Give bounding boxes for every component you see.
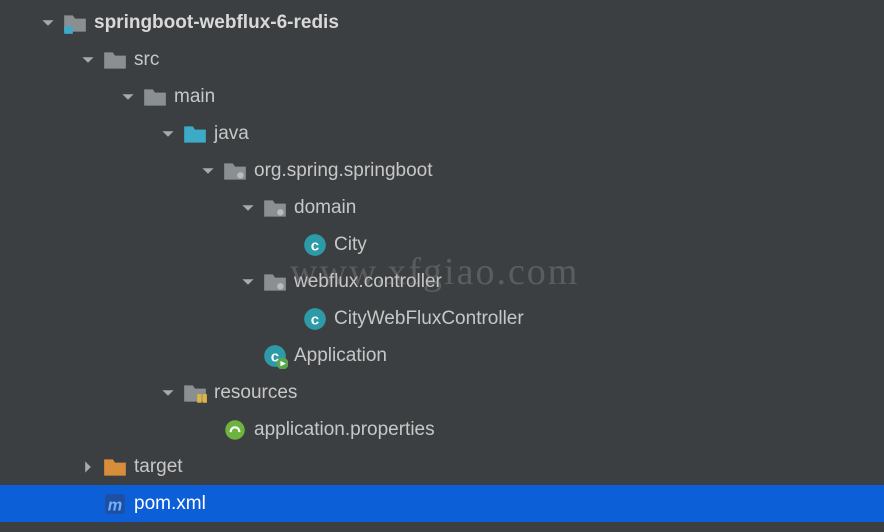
tree-label: pom.xml bbox=[134, 493, 206, 515]
tree-row-main[interactable]: main bbox=[0, 78, 884, 115]
tree-label: City bbox=[334, 234, 367, 256]
tree-label: application.properties bbox=[254, 419, 435, 441]
class-icon: c bbox=[302, 232, 328, 258]
svg-text:c: c bbox=[311, 311, 319, 328]
tree-label: java bbox=[214, 123, 249, 145]
chevron-down-icon[interactable] bbox=[116, 85, 140, 109]
tree-row-controller[interactable]: webflux.controller bbox=[0, 263, 884, 300]
source-folder-icon bbox=[182, 121, 208, 147]
chevron-down-icon[interactable] bbox=[36, 11, 60, 35]
tree-label: domain bbox=[294, 197, 356, 219]
resources-folder-icon bbox=[182, 380, 208, 406]
project-tree[interactable]: springboot-webflux-6-redis src main java bbox=[0, 0, 884, 522]
svg-text:m: m bbox=[108, 496, 122, 514]
tree-row-pom[interactable]: m pom.xml bbox=[0, 485, 884, 522]
package-icon bbox=[262, 269, 288, 295]
folder-icon bbox=[142, 84, 168, 110]
chevron-down-icon[interactable] bbox=[236, 270, 260, 294]
tree-row-java[interactable]: java bbox=[0, 115, 884, 152]
chevron-right-icon[interactable] bbox=[76, 455, 100, 479]
chevron-down-icon[interactable] bbox=[196, 159, 220, 183]
tree-row-resources[interactable]: resources bbox=[0, 374, 884, 411]
module-folder-icon bbox=[62, 10, 88, 36]
runnable-class-icon: c bbox=[262, 343, 288, 369]
tree-row-city[interactable]: c City bbox=[0, 226, 884, 263]
tree-row-application[interactable]: c Application bbox=[0, 337, 884, 374]
folder-icon bbox=[102, 47, 128, 73]
tree-label: springboot-webflux-6-redis bbox=[94, 12, 339, 34]
tree-label: CityWebFluxController bbox=[334, 308, 524, 330]
tree-row-domain[interactable]: domain bbox=[0, 189, 884, 226]
package-icon bbox=[222, 158, 248, 184]
tree-label: target bbox=[134, 456, 183, 478]
tree-row-target[interactable]: target bbox=[0, 448, 884, 485]
tree-label: org.spring.springboot bbox=[254, 160, 433, 182]
tree-row-appprops[interactable]: application.properties bbox=[0, 411, 884, 448]
tree-row-src[interactable]: src bbox=[0, 41, 884, 78]
tree-row-package[interactable]: org.spring.springboot bbox=[0, 152, 884, 189]
chevron-down-icon[interactable] bbox=[156, 381, 180, 405]
tree-label: src bbox=[134, 49, 159, 71]
chevron-down-icon[interactable] bbox=[76, 48, 100, 72]
package-icon bbox=[262, 195, 288, 221]
spring-config-icon bbox=[222, 417, 248, 443]
chevron-down-icon[interactable] bbox=[236, 196, 260, 220]
chevron-down-icon[interactable] bbox=[156, 122, 180, 146]
class-icon: c bbox=[302, 306, 328, 332]
tree-row-root[interactable]: springboot-webflux-6-redis bbox=[0, 4, 884, 41]
tree-label: Application bbox=[294, 345, 387, 367]
tree-row-cityctrl[interactable]: c CityWebFluxController bbox=[0, 300, 884, 337]
tree-label: webflux.controller bbox=[294, 271, 442, 293]
excluded-folder-icon bbox=[102, 454, 128, 480]
svg-text:c: c bbox=[311, 237, 319, 254]
tree-label: resources bbox=[214, 382, 297, 404]
maven-pom-icon: m bbox=[102, 491, 128, 517]
tree-label: main bbox=[174, 86, 215, 108]
